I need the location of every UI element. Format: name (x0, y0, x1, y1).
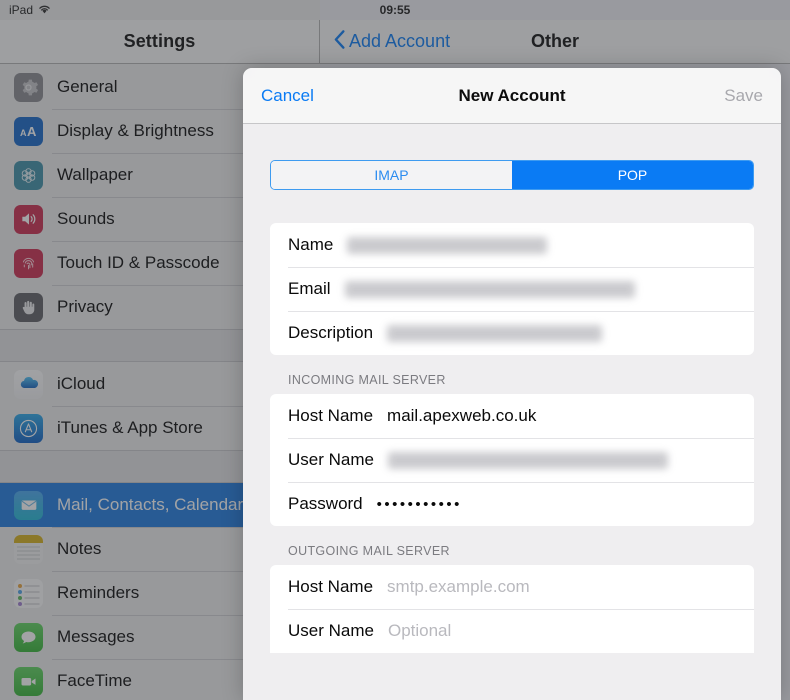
field-value: ••••••••••• (376, 495, 462, 513)
field-label: Email (288, 279, 331, 298)
cancel-button[interactable]: Cancel (261, 86, 314, 106)
field-name[interactable]: Name (270, 223, 754, 267)
field-label: User Name (288, 621, 374, 640)
incoming-section-header: Incoming Mail Server (288, 373, 446, 387)
field-label: User Name (288, 450, 374, 469)
segment-imap[interactable]: IMAP (271, 161, 512, 189)
field-label: Password (288, 494, 363, 513)
save-button[interactable]: Save (724, 86, 763, 106)
protocol-segmented-control[interactable]: IMAP POP (270, 160, 754, 190)
modal-navbar: Cancel New Account Save (243, 68, 781, 124)
field-description[interactable]: Description (270, 311, 754, 355)
redacted-value (347, 236, 548, 254)
incoming-fields-group: Host Name mail.apexweb.co.uk User Name P… (270, 394, 754, 526)
field-label: Description (288, 323, 374, 342)
redacted-value (387, 324, 603, 342)
field-outgoing-host-name[interactable]: Host Name smtp.example.com (270, 565, 754, 609)
modal-title: New Account (458, 85, 566, 105)
field-label: Name (288, 235, 334, 254)
field-placeholder: smtp.example.com (387, 577, 530, 596)
redacted-value (387, 451, 668, 469)
ipad-screen: iPad 09:55 Settings Add Account Other Ge… (0, 0, 790, 700)
modal-body: IMAP POP Name Email Description INCOMING… (243, 160, 781, 653)
field-outgoing-user-name[interactable]: User Name Optional (270, 609, 754, 653)
account-fields-group: Name Email Description (270, 223, 754, 355)
outgoing-fields-group: Host Name smtp.example.com User Name Opt… (270, 565, 754, 653)
field-incoming-user-name[interactable]: User Name (270, 438, 754, 482)
field-incoming-password[interactable]: Password ••••••••••• (270, 482, 754, 526)
redacted-value (344, 280, 635, 298)
field-label: Host Name (288, 577, 374, 596)
outgoing-section-header: Outgoing Mail Server (288, 544, 450, 558)
field-placeholder: Optional (387, 621, 452, 640)
field-incoming-host-name[interactable]: Host Name mail.apexweb.co.uk (270, 394, 754, 438)
field-email[interactable]: Email (270, 267, 754, 311)
field-value: mail.apexweb.co.uk (387, 406, 537, 425)
field-label: Host Name (288, 406, 374, 425)
new-account-modal: Cancel New Account Save IMAP POP Name Em… (243, 68, 781, 700)
segment-pop[interactable]: POP (512, 161, 753, 189)
